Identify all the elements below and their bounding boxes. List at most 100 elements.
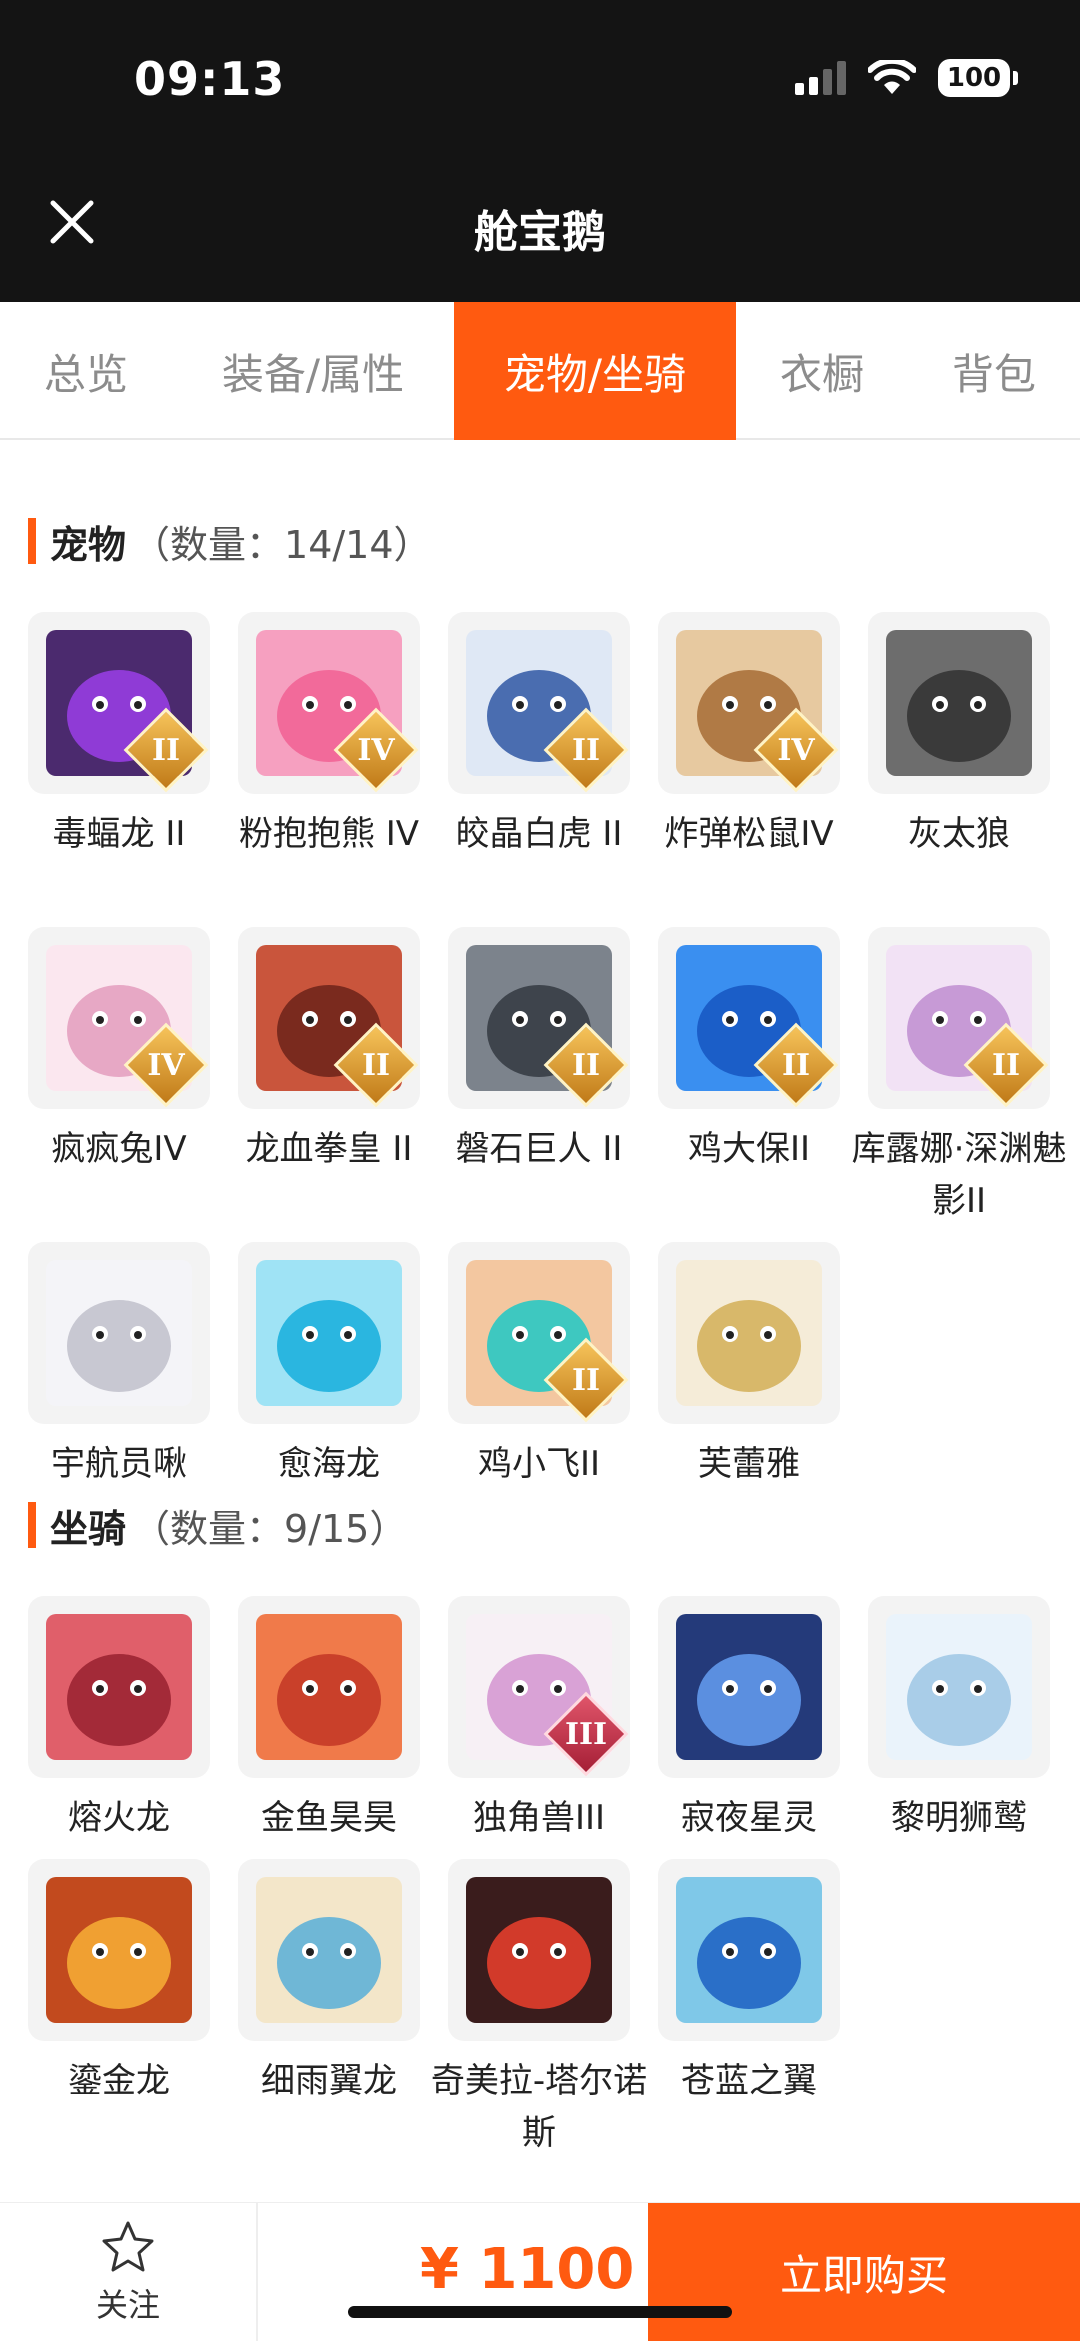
grade-badge-text: II (991, 1048, 1021, 1083)
tab-wardrobe[interactable]: 衣橱 (736, 302, 908, 440)
pet-name: 鸡大保II (687, 1129, 811, 1169)
mount-card[interactable]: III 独角兽III (448, 1596, 630, 1838)
grade-badge-text: II (781, 1048, 811, 1083)
grade-badge-text: II (361, 1048, 391, 1083)
pet-name: 愈海龙 (278, 1444, 380, 1484)
top-bar: 09:13 100 舱宝鹅 (0, 0, 1080, 302)
price: ¥ 1100 (420, 2237, 635, 2302)
mount-card[interactable]: 寂夜星灵 (658, 1596, 840, 1838)
mount-thumbnail (28, 1596, 210, 1778)
section-accent-bar (28, 518, 36, 564)
pet-thumbnail (868, 612, 1050, 794)
pet-card[interactable]: II 毒蝠龙 II (28, 612, 210, 854)
status-icons: 100 (795, 56, 1018, 100)
pet-name: 鸡小飞II (477, 1444, 601, 1484)
pet-name: 库露娜·深渊魅影II (851, 1129, 1067, 1221)
mounts-section-title: 坐骑 （数量：9/15） (28, 1500, 408, 1551)
pet-card[interactable]: II 鸡小飞II (448, 1242, 630, 1484)
tab-equipment[interactable]: 装备/属性 (172, 302, 454, 440)
home-indicator (348, 2306, 732, 2318)
pet-name: 宇航员啾 (51, 1444, 187, 1484)
mount-name: 细雨翼龙 (261, 2061, 397, 2101)
pet-name: 皎晶白虎 II (455, 814, 623, 854)
pet-portrait-icon (46, 1260, 192, 1406)
pet-card[interactable]: IV 炸弹松鼠IV (658, 612, 840, 854)
pet-thumbnail: IV (658, 612, 840, 794)
pet-card[interactable]: II 龙血拳皇 II (238, 927, 420, 1169)
pet-card[interactable]: IV 粉抱抱熊 IV (238, 612, 420, 854)
pet-name: 磐石巨人 II (455, 1129, 623, 1169)
mount-card[interactable]: 金鱼昊昊 (238, 1596, 420, 1838)
mount-name: 寂夜星灵 (681, 1798, 817, 1838)
cellular-signal-icon (795, 61, 846, 95)
pet-card[interactable]: 愈海龙 (238, 1242, 420, 1484)
pet-thumbnail (658, 1242, 840, 1424)
grade-badge-text: II (571, 733, 601, 768)
mount-thumbnail (658, 1859, 840, 2041)
pet-card[interactable]: II 鸡大保II (658, 927, 840, 1169)
pet-portrait-icon (256, 1260, 402, 1406)
pet-portrait-icon (676, 1260, 822, 1406)
mounts-title: 坐骑 (50, 1506, 127, 1551)
mount-name: 金鱼昊昊 (261, 1798, 397, 1838)
grade-badge-text: IV (147, 1048, 185, 1083)
pet-name: 疯疯兔IV (51, 1129, 187, 1169)
pet-portrait-icon (886, 630, 1032, 776)
mount-card[interactable]: 鎏金龙 (28, 1859, 210, 2101)
mount-portrait-icon (886, 1614, 1032, 1760)
mount-thumbnail (238, 1596, 420, 1778)
mount-portrait-icon (256, 1614, 402, 1760)
pet-name: 炸弹松鼠IV (664, 814, 834, 854)
tab-overview[interactable]: 总览 (0, 302, 172, 440)
pet-name: 龙血拳皇 II (245, 1129, 413, 1169)
pet-name: 灰太狼 (908, 814, 1010, 854)
status-time: 09:13 (134, 52, 286, 106)
pet-thumbnail (238, 1242, 420, 1424)
mount-card[interactable]: 苍蓝之翼 (658, 1859, 840, 2101)
pet-name: 粉抱抱熊 IV (238, 814, 420, 854)
mount-name: 苍蓝之翼 (681, 2061, 817, 2101)
grade-badge-text: IV (357, 733, 395, 768)
bottom-action-bar: 关注 ¥ 1100 立即购买 (0, 2202, 1080, 2341)
pet-card[interactable]: 宇航员啾 (28, 1242, 210, 1484)
mount-name: 奇美拉-塔尔诺斯 (430, 2061, 648, 2153)
pet-card[interactable]: 芙蕾雅 (658, 1242, 840, 1484)
pet-card[interactable]: II 库露娜·深渊魅影II (852, 927, 1066, 1221)
pet-thumbnail: II (448, 612, 630, 794)
mount-portrait-icon (256, 1877, 402, 2023)
star-icon (102, 2221, 154, 2271)
page-title: 舱宝鹅 (474, 207, 606, 258)
pet-card[interactable]: II 皎晶白虎 II (448, 612, 630, 854)
pets-section-title: 宠物 （数量：14/14） (28, 516, 432, 567)
mount-name: 鎏金龙 (68, 2061, 170, 2101)
tab-pets-mounts[interactable]: 宠物/坐骑 (454, 302, 736, 440)
pet-thumbnail: II (28, 612, 210, 794)
mount-portrait-icon (676, 1614, 822, 1760)
pet-card[interactable]: 灰太狼 (868, 612, 1050, 854)
mounts-count: （数量：9/15） (132, 1506, 408, 1551)
follow-button[interactable]: 关注 (0, 2203, 258, 2341)
pet-thumbnail: II (658, 927, 840, 1109)
mount-thumbnail (238, 1859, 420, 2041)
mount-portrait-icon (46, 1877, 192, 2023)
grade-badge-text: II (571, 1363, 601, 1398)
tab-bag[interactable]: 背包 (908, 302, 1080, 440)
mount-thumbnail: III (448, 1596, 630, 1778)
mount-portrait-icon (46, 1614, 192, 1760)
pet-thumbnail: IV (28, 927, 210, 1109)
mount-card[interactable]: 熔火龙 (28, 1596, 210, 1838)
mount-card[interactable]: 细雨翼龙 (238, 1859, 420, 2101)
grade-badge-text: II (151, 733, 181, 768)
pet-card[interactable]: IV 疯疯兔IV (28, 927, 210, 1169)
buy-now-button[interactable]: 立即购买 (648, 2203, 1080, 2341)
mount-card[interactable]: 黎明狮鹫 (868, 1596, 1050, 1838)
tab-bar: 总览 装备/属性 宠物/坐骑 衣橱 背包 (0, 302, 1080, 440)
pet-thumbnail: IV (238, 612, 420, 794)
pet-thumbnail: II (448, 1242, 630, 1424)
mount-card[interactable]: 奇美拉-塔尔诺斯 (431, 1859, 647, 2153)
pet-thumbnail (28, 1242, 210, 1424)
mount-portrait-icon (466, 1877, 612, 2023)
pets-count: （数量：14/14） (132, 522, 432, 567)
section-accent-bar (28, 1502, 36, 1548)
pet-card[interactable]: II 磐石巨人 II (448, 927, 630, 1169)
